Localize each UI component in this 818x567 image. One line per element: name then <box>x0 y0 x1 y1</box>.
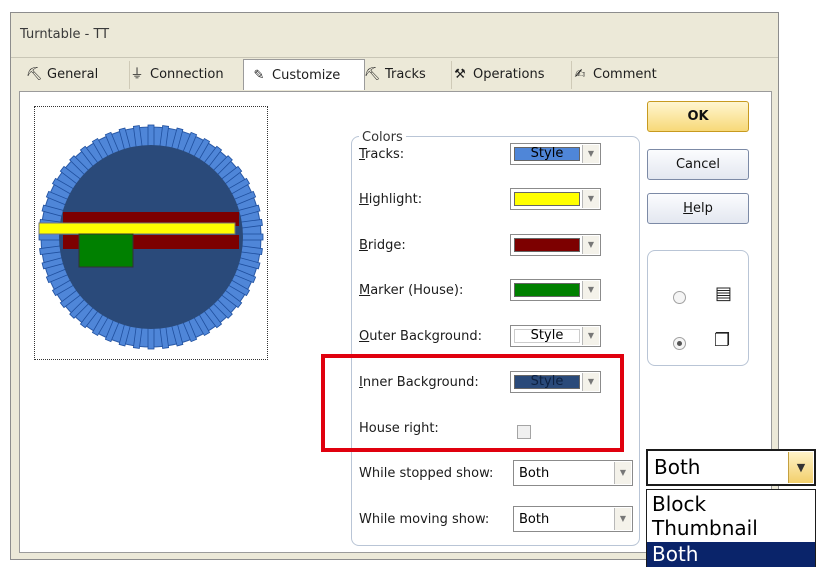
option-thumbnail[interactable]: Thumbnail <box>647 516 815 542</box>
tracks-color-picker[interactable]: Style ▼ <box>510 143 601 165</box>
highlight-swatch <box>514 192 580 206</box>
tab-comment[interactable]: ✍ Comment <box>565 61 677 89</box>
view-mode-group <box>647 250 749 366</box>
track-slot <box>147 326 155 350</box>
track-slot <box>147 124 155 148</box>
operations-icon: ⚒ <box>454 67 466 82</box>
while-moving-label: While moving show: <box>359 512 490 527</box>
icons-view-radio[interactable] <box>673 337 686 350</box>
bridge-access-key: B <box>359 238 368 253</box>
popup-options-list: Block Thumbnail Both <box>646 489 816 567</box>
marker-swatch <box>514 283 580 297</box>
while-moving-value: Both <box>519 512 550 527</box>
cancel-button[interactable]: Cancel <box>647 149 749 180</box>
while-moving-select[interactable]: Both ▼ <box>513 506 633 532</box>
tab-label: Connection <box>150 67 224 82</box>
turntable-preview <box>34 106 268 360</box>
highlight-label-text: ighlight: <box>368 192 423 207</box>
chevron-down-icon[interactable]: ▼ <box>614 462 631 484</box>
bridge-label: Bridge: <box>359 238 406 253</box>
tracks-style-text: Style <box>530 146 564 161</box>
window-title: Turntable - TT <box>20 27 110 42</box>
option-block[interactable]: Block <box>647 492 815 518</box>
house-marker <box>78 233 134 268</box>
track-slot <box>38 233 62 241</box>
chevron-down-icon[interactable]: ▼ <box>614 508 631 530</box>
help-button[interactable]: Help <box>647 193 749 224</box>
track-slot <box>240 233 264 241</box>
tracks-swatch: Style <box>514 147 580 161</box>
bridge-swatch <box>514 238 580 252</box>
comment-icon: ✍ <box>574 67 586 82</box>
marker-access-key: M <box>359 283 371 298</box>
chevron-down-icon[interactable]: ▼ <box>582 327 599 345</box>
tab-connection[interactable]: ⏚ Connection <box>122 61 250 89</box>
chevron-down-icon[interactable]: ▼ <box>582 236 599 254</box>
help-label-text: elp <box>692 201 713 216</box>
while-stopped-label: While stopped show: <box>359 466 494 481</box>
list-view-radio[interactable] <box>673 291 686 304</box>
outer-background-swatch: Style <box>514 329 580 343</box>
highlight-color-picker[interactable]: ▼ <box>510 188 601 210</box>
tab-label: Comment <box>593 67 657 82</box>
list-view-icon: ▤ <box>715 283 733 304</box>
chevron-down-icon[interactable]: ▼ <box>582 190 599 208</box>
marker-label-text: arker (House): <box>370 283 464 298</box>
icons-view-icon: ❐ <box>714 330 731 351</box>
bridge-color-picker[interactable]: ▼ <box>510 234 601 256</box>
title-bar: Turntable - TT <box>11 13 778 58</box>
tab-label: Customize <box>272 68 341 83</box>
tab-label: Operations <box>473 67 545 82</box>
outer-background-label: Outer Background: <box>359 329 482 344</box>
annotation-highlight-box <box>321 354 624 452</box>
general-icon: ⛏ <box>25 67 43 82</box>
bridge-highlight <box>38 222 236 235</box>
connection-plug-icon: ⏚ <box>130 67 144 82</box>
turntable-graphic <box>38 124 264 350</box>
popup-show-select[interactable]: Both ▼ <box>646 449 816 486</box>
tab-general[interactable]: ⛏ General <box>19 61 130 89</box>
customize-icon: ✎ <box>253 68 265 83</box>
bridge-label-text: ridge: <box>367 238 406 253</box>
while-stopped-value: Both <box>519 466 550 481</box>
outer-background-access-key: O <box>359 329 370 344</box>
outer-background-style-text: Style <box>530 328 564 343</box>
highlight-access-key: H <box>359 192 369 207</box>
tracks-icon: ⛏ <box>363 67 381 82</box>
tab-customize[interactable]: ✎ Customize <box>243 59 365 90</box>
option-both[interactable]: Both <box>647 542 815 567</box>
colors-group-title: Colors <box>359 130 406 145</box>
tracks-label: Tracks: <box>359 147 404 162</box>
outer-background-label-text: uter Background: <box>369 329 482 344</box>
tab-strip: ⛏ General ⏚ Connection ✎ Customize ⛏ Tracks … <box>19 59 769 90</box>
highlight-label: Highlight: <box>359 192 422 207</box>
tab-label: Tracks <box>385 67 426 82</box>
chevron-down-icon[interactable]: ▼ <box>582 281 599 299</box>
help-access-key: H <box>683 201 693 216</box>
marker-color-picker[interactable]: ▼ <box>510 279 601 301</box>
tab-operations[interactable]: ⚒ Operations <box>445 61 572 89</box>
while-stopped-select[interactable]: Both ▼ <box>513 460 633 486</box>
popup-select-value: Both <box>654 455 701 479</box>
marker-label: Marker (House): <box>359 283 463 298</box>
outer-background-color-picker[interactable]: Style ▼ <box>510 325 601 347</box>
tab-tracks[interactable]: ⛏ Tracks <box>357 61 452 89</box>
ok-button[interactable]: OK <box>647 101 749 132</box>
chevron-down-icon[interactable]: ▼ <box>582 145 599 163</box>
chevron-down-icon[interactable]: ▼ <box>788 452 813 483</box>
tracks-label-text: racks: <box>365 147 405 162</box>
tab-label: General <box>47 67 99 82</box>
